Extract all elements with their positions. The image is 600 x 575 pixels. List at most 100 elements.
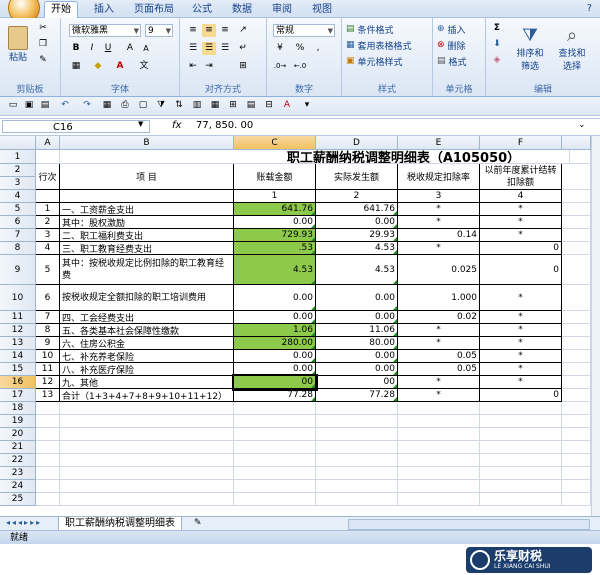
orientation-icon[interactable]: ↗	[236, 24, 250, 37]
row-header[interactable]: 21	[0, 441, 36, 454]
cell[interactable]	[562, 324, 591, 337]
cell[interactable]	[480, 467, 562, 480]
decrease-decimal-icon[interactable]: ←.0	[293, 60, 307, 73]
cell[interactable]	[316, 415, 398, 428]
row-header[interactable]: 16	[0, 376, 36, 389]
cell[interactable]	[36, 428, 60, 441]
row-item[interactable]: 二、职工福利费支出	[60, 229, 234, 242]
cell[interactable]	[398, 454, 480, 467]
row-header[interactable]: 19	[0, 415, 36, 428]
save-icon[interactable]: ▣	[22, 99, 36, 112]
cell[interactable]	[562, 285, 591, 311]
row-item[interactable]: 四、工会经费支出	[60, 311, 234, 324]
column-header-e[interactable]: E	[398, 136, 480, 150]
chevron-down-icon[interactable]: ▼	[138, 120, 143, 128]
cell[interactable]	[562, 350, 591, 363]
row-seq[interactable]: 7	[36, 311, 60, 324]
actual-amount[interactable]: 80.00	[316, 337, 398, 350]
cell[interactable]	[60, 415, 234, 428]
preview-icon[interactable]: ▢	[136, 99, 150, 112]
book-amount[interactable]: 729.93	[234, 229, 316, 242]
italic-button[interactable]: I	[85, 42, 99, 55]
book-amount[interactable]: 0.00	[234, 363, 316, 376]
row-header[interactable]: 23	[0, 467, 36, 480]
actual-amount[interactable]: 0.00	[316, 285, 398, 311]
row-item[interactable]: 按税收规定全额扣除的职工培训费用	[60, 285, 234, 311]
font-color-tool-icon[interactable]: A	[280, 99, 294, 112]
cell[interactable]	[60, 480, 234, 493]
header-carryforward[interactable]: 以前年度累计结转扣除额	[480, 164, 562, 190]
cell[interactable]	[36, 454, 60, 467]
cell[interactable]	[60, 428, 234, 441]
cell[interactable]	[562, 480, 591, 493]
cell[interactable]	[562, 467, 591, 480]
comma-button[interactable]: ,	[311, 42, 325, 55]
carryforward[interactable]: *	[480, 376, 562, 389]
book-amount[interactable]: 1.06	[234, 324, 316, 337]
cell[interactable]	[234, 493, 316, 506]
carryforward[interactable]: *	[480, 363, 562, 376]
row-header[interactable]: 17	[0, 389, 36, 402]
cell[interactable]	[316, 480, 398, 493]
cell[interactable]	[480, 402, 562, 415]
cell[interactable]	[60, 402, 234, 415]
cell[interactable]	[562, 402, 591, 415]
cell[interactable]	[562, 242, 591, 255]
cell[interactable]	[316, 454, 398, 467]
sheet-title[interactable]: 职工薪酬纳税调整明细表（A105050）	[60, 150, 570, 164]
shrink-font-icon[interactable]: A	[139, 42, 153, 55]
row-header[interactable]: 8	[0, 242, 36, 255]
align-right-icon[interactable]: ☰	[218, 42, 232, 55]
actual-amount[interactable]: 0.00	[316, 363, 398, 376]
cell[interactable]	[562, 493, 591, 506]
bold-button[interactable]: B	[69, 42, 83, 55]
carryforward[interactable]: *	[480, 285, 562, 311]
actual-amount[interactable]: 0.00	[316, 216, 398, 229]
cell[interactable]	[316, 441, 398, 454]
expand-formula-icon[interactable]: ⌄	[578, 120, 586, 130]
row-header[interactable]: 7	[0, 229, 36, 242]
align-center-icon[interactable]: ☰	[202, 42, 216, 55]
cell[interactable]	[398, 493, 480, 506]
align-middle-icon[interactable]: ≡	[202, 24, 216, 37]
cell[interactable]	[398, 415, 480, 428]
row-item[interactable]: 五、各类基本社会保障性缴款	[60, 324, 234, 337]
row-header[interactable]: 22	[0, 454, 36, 467]
font-color-icon[interactable]: A	[113, 60, 127, 73]
cell[interactable]	[234, 467, 316, 480]
cell[interactable]	[562, 415, 591, 428]
table-tool-icon[interactable]: ▦	[208, 99, 222, 112]
customize-qat-icon[interactable]: ▾	[300, 99, 314, 112]
cell[interactable]	[480, 454, 562, 467]
select-all-corner[interactable]	[0, 136, 36, 150]
tab-data[interactable]: 数据	[226, 2, 258, 17]
format-cells-button[interactable]: ▤ 格式	[437, 54, 467, 68]
row-item[interactable]: 一、工资薪金支出	[60, 203, 234, 216]
tab-formulas[interactable]: 公式	[186, 2, 218, 17]
column-header-c[interactable]: C	[234, 136, 316, 150]
row-item[interactable]: 六、住房公积金	[60, 337, 234, 350]
carryforward[interactable]: *	[480, 203, 562, 216]
row-item[interactable]: 其中：股权激励	[60, 216, 234, 229]
increase-decimal-icon[interactable]: .0→	[273, 60, 287, 73]
actual-amount[interactable]: 29.93	[316, 229, 398, 242]
row-header[interactable]: 14	[0, 350, 36, 363]
cell[interactable]	[562, 216, 591, 229]
column-header-d[interactable]: D	[316, 136, 398, 150]
cell[interactable]	[316, 467, 398, 480]
row-header[interactable]: 20	[0, 428, 36, 441]
cell[interactable]	[398, 402, 480, 415]
grow-font-icon[interactable]: A	[123, 42, 137, 55]
cell[interactable]	[562, 441, 591, 454]
row-header[interactable]: 10	[0, 285, 36, 311]
qat-icon-1[interactable]: ▭	[6, 99, 20, 112]
row-header[interactable]: 18	[0, 402, 36, 415]
autosum-icon[interactable]: Σ	[490, 22, 504, 35]
cell[interactable]	[36, 467, 60, 480]
row-seq[interactable]: 9	[36, 337, 60, 350]
merge-tool-icon[interactable]: ⊟	[262, 99, 276, 112]
actual-amount[interactable]: 77.28	[316, 389, 398, 402]
header-item[interactable]: 项 目	[60, 164, 234, 190]
carryforward[interactable]: *	[480, 324, 562, 337]
cell[interactable]	[36, 441, 60, 454]
